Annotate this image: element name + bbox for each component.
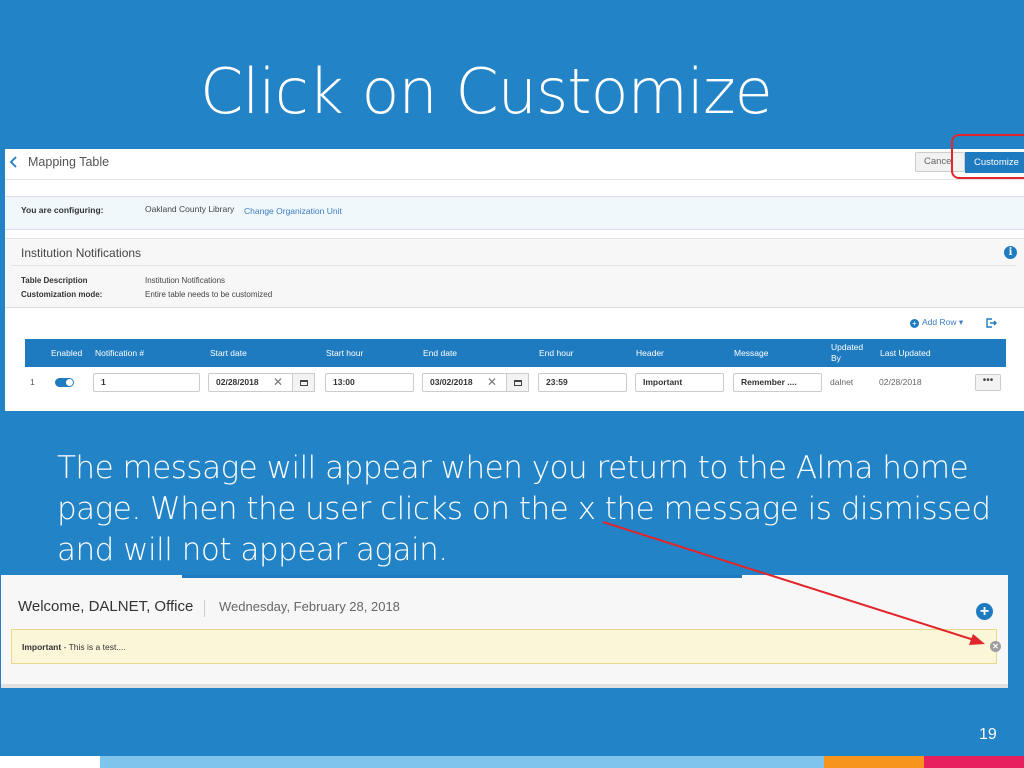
footer-stripe [924,756,1024,768]
page-number: 19 [979,726,997,743]
pointer-arrow [602,521,985,645]
footer-stripe [0,756,100,768]
footer-stripe [824,756,924,768]
footer-stripe [100,756,824,768]
